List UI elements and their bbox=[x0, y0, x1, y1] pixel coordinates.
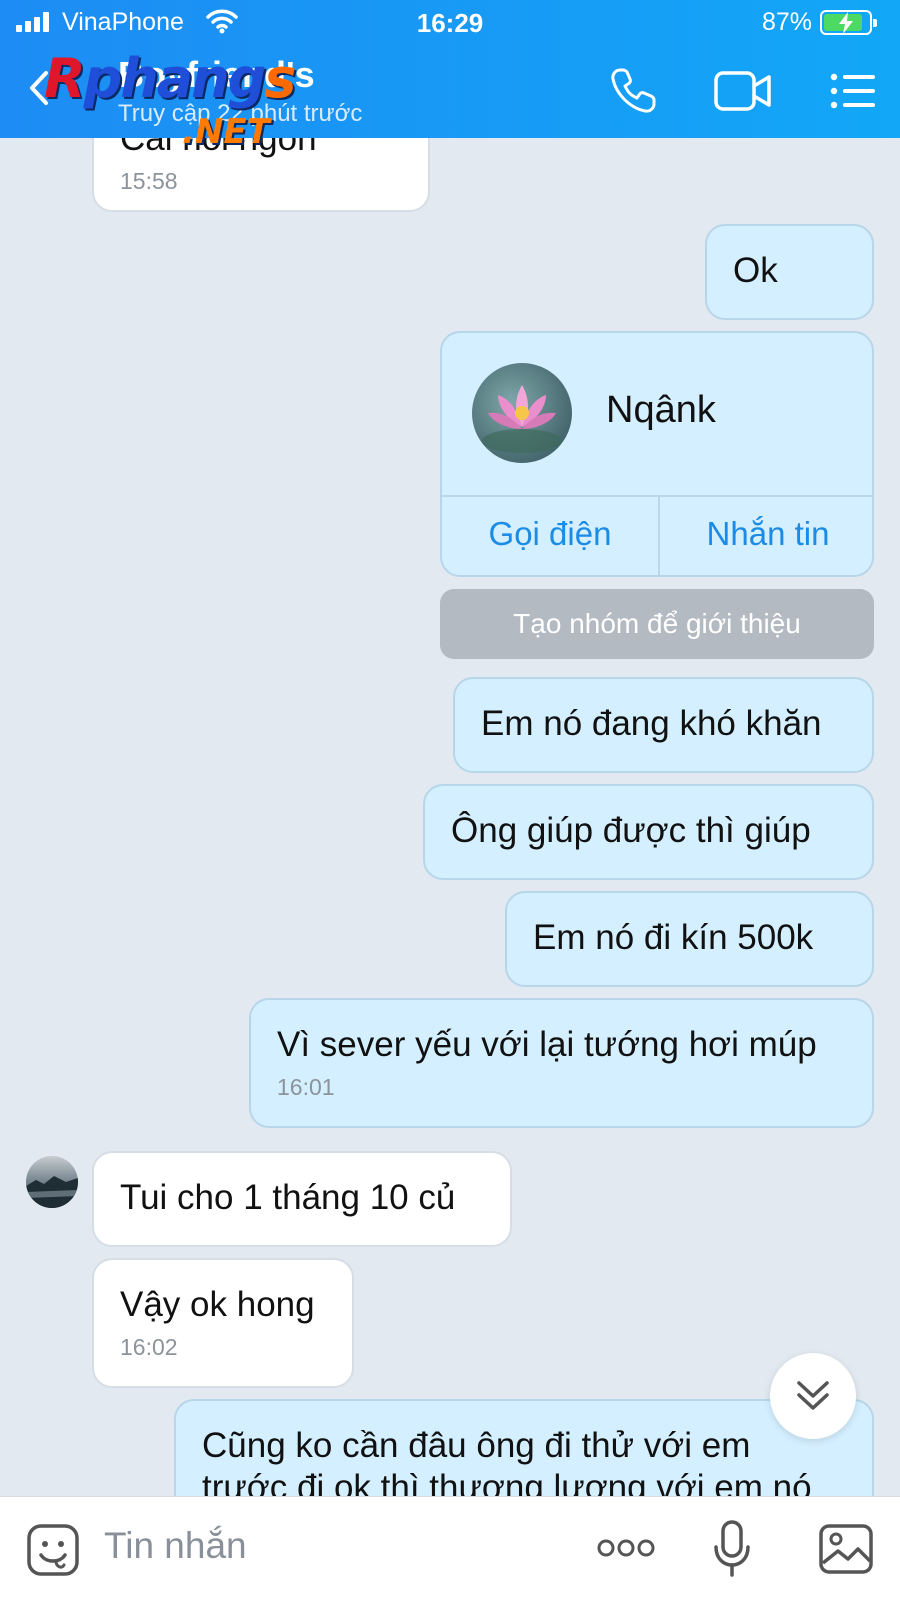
sticker-face-icon[interactable] bbox=[26, 1523, 80, 1577]
call-contact-button[interactable]: Gọi điện bbox=[442, 515, 658, 553]
contact-card-name: Nqânk bbox=[606, 389, 716, 431]
sender-avatar[interactable] bbox=[26, 1156, 78, 1208]
message-input[interactable]: Tin nhắn bbox=[104, 1525, 247, 1567]
watermark-logo: Rphangs bbox=[44, 47, 296, 110]
scroll-to-bottom-button[interactable] bbox=[770, 1353, 856, 1439]
message-time: 16:01 bbox=[277, 1074, 335, 1100]
message-bubble-outgoing[interactable]: Ông giúp được thì giúp bbox=[423, 784, 874, 880]
battery-percentage: 87% bbox=[761, 8, 812, 36]
message-bubble-outgoing[interactable]: Vì sever yếu với lại tướng hơi múp 16:01 bbox=[249, 998, 874, 1128]
list-menu-icon[interactable] bbox=[830, 72, 876, 110]
phone-icon[interactable] bbox=[608, 66, 658, 116]
message-composer: Tin nhắn bbox=[0, 1496, 900, 1600]
message-text: Ông giúp được thì giúp bbox=[451, 811, 811, 850]
avatar-photo-icon bbox=[26, 1176, 78, 1208]
message-list[interactable]: Cái nồi ngon 15:58 Ok Nqânk Gọi điện Nhắ… bbox=[0, 138, 900, 1496]
message-bubble-incoming[interactable]: Tui cho 1 tháng 10 củ bbox=[92, 1151, 512, 1247]
double-chevron-down-icon bbox=[797, 1381, 829, 1410]
shared-contact-card[interactable]: Nqânk Gọi điện Nhắn tin bbox=[440, 331, 874, 577]
message-time: 15:58 bbox=[120, 168, 178, 194]
contact-avatar[interactable] bbox=[472, 363, 572, 463]
message-time: 16:02 bbox=[120, 1334, 178, 1360]
video-camera-icon[interactable] bbox=[714, 70, 772, 112]
message-text: Cũng ko cần đâu ông đi thử với em bbox=[202, 1426, 751, 1465]
image-icon[interactable] bbox=[818, 1523, 874, 1575]
message-bubble-outgoing[interactable]: Em nó đi kín 500k bbox=[505, 891, 874, 987]
status-bar: VinaPhone 16:29 87% bbox=[0, 0, 900, 46]
message-bubble-outgoing[interactable]: Cũng ko cần đâu ông đi thử với em trước … bbox=[174, 1399, 874, 1496]
microphone-icon[interactable] bbox=[712, 1519, 752, 1579]
message-bubble-incoming[interactable]: Vậy ok hong 16:02 bbox=[92, 1258, 354, 1388]
message-text-line2: trước đi ok thì thương lượng với em nó bbox=[202, 1468, 812, 1496]
more-dots-icon[interactable] bbox=[596, 1537, 656, 1559]
message-text: Em nó đang khó khăn bbox=[481, 704, 822, 743]
charging-bolt-icon bbox=[839, 12, 853, 34]
message-contact-button[interactable]: Nhắn tin bbox=[660, 515, 872, 553]
divider bbox=[442, 495, 872, 497]
message-text: Vậy ok hong bbox=[120, 1285, 315, 1324]
message-text: Em nó đi kín 500k bbox=[533, 918, 814, 957]
battery-icon bbox=[820, 10, 877, 35]
message-bubble-outgoing[interactable]: Em nó đang khó khăn bbox=[453, 677, 874, 773]
watermark-logo-net: .NET bbox=[182, 112, 270, 152]
message-text: Vì sever yếu với lại tướng hơi múp bbox=[277, 1025, 817, 1064]
message-bubble-outgoing[interactable]: Ok bbox=[705, 224, 874, 320]
create-intro-group-button[interactable]: Tạo nhóm để giới thiệu bbox=[440, 589, 874, 659]
chat-header: VinaPhone 16:29 87% Boyfriend's Truy cập… bbox=[0, 0, 900, 152]
lotus-flower-icon bbox=[482, 385, 562, 453]
message-text: Ok bbox=[733, 251, 778, 290]
message-text: Tui cho 1 tháng 10 củ bbox=[120, 1178, 456, 1217]
